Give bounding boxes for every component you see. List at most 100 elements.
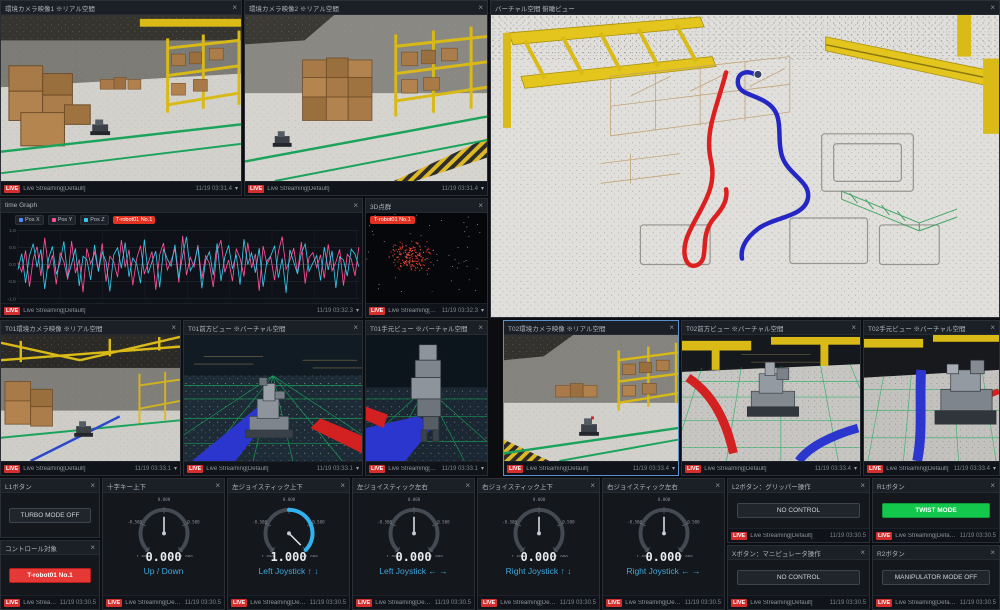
close-icon[interactable]: × xyxy=(90,544,95,552)
live-bar: LIVE Live Streaming[Default] 11/19 03:33… xyxy=(504,461,678,475)
close-icon[interactable]: × xyxy=(215,482,220,490)
legend-chip[interactable]: T-robot01 No.1 xyxy=(113,216,156,224)
chevron-down-icon[interactable]: ▾ xyxy=(672,465,675,472)
live-stream-label: Live Streaming[Default] xyxy=(23,186,192,192)
point-cloud-scene: T-robot01 No.1 xyxy=(366,213,487,303)
chevron-down-icon[interactable]: ▾ xyxy=(356,307,359,314)
close-icon[interactable]: × xyxy=(465,482,470,490)
chevron-down-icon[interactable]: ▾ xyxy=(235,185,238,192)
panel-virtual-overview: バーチャル空間 俯瞰ビュー × xyxy=(490,0,1000,318)
close-icon[interactable]: × xyxy=(478,202,483,210)
manipulator-mode-button[interactable]: MANIPULATOR MODE OFF xyxy=(882,570,991,585)
live-badge: LIVE xyxy=(507,465,523,473)
legend-chip[interactable]: Pos Z xyxy=(80,215,108,225)
chevron-down-icon[interactable]: ▾ xyxy=(481,465,484,472)
close-icon[interactable]: × xyxy=(990,4,995,12)
panel-l1-button: L1ボタン × TURBO MODE OFF xyxy=(0,478,100,538)
panel-title: 環境カメラ映像1 ※リアル空間 xyxy=(5,3,95,13)
live-bar: LIVE Live Streaming[Default] 11/19 03:32… xyxy=(366,303,487,317)
panel-header: T02環境カメラ映像 ※リアル空間 × xyxy=(504,321,678,335)
twist-mode-button[interactable]: TWIST MODE xyxy=(882,503,991,518)
time-graph-chart: 1.00.50.0-0.5-1.0 xyxy=(1,226,362,303)
live-bar: LIVE Live Streaming[Default] 11/19 03:33… xyxy=(864,461,999,475)
gauge-dial: -1.000-0.5000.0000.5001.000 xyxy=(240,496,338,557)
close-icon[interactable]: × xyxy=(851,324,856,332)
gauge-label: Right Joystick ↑ ↓ xyxy=(506,566,572,576)
live-badge: LIVE xyxy=(4,185,20,193)
svg-text:1.000: 1.000 xyxy=(305,554,318,557)
close-icon[interactable]: × xyxy=(715,482,720,490)
live-badge: LIVE xyxy=(731,599,747,607)
timestamp: 11/19 03:30.5 xyxy=(560,600,596,606)
timestamp: 11/19 03:30.5 xyxy=(435,600,471,606)
legend-chip[interactable]: Pos X xyxy=(15,215,44,225)
live-stream-label: Live Streaming[Default] xyxy=(23,600,57,606)
panel-header: L1ボタン × xyxy=(1,479,99,493)
live-stream-label: Live Streaming[Default] xyxy=(267,186,438,192)
gauge-dial: -1.000-0.5000.0000.5001.000 xyxy=(115,496,213,557)
legend-chip[interactable]: Pos Y xyxy=(48,215,77,225)
svg-text:0.500: 0.500 xyxy=(187,520,200,525)
live-badge: LIVE xyxy=(369,465,385,473)
timestamp: 11/19 03:32.3 xyxy=(317,308,353,314)
close-icon[interactable]: × xyxy=(478,324,483,332)
timestamp: 11/19 03:31.4 xyxy=(442,186,478,192)
svg-text:0.000: 0.000 xyxy=(157,497,170,502)
control-target-button[interactable]: T-robot01 No.1 xyxy=(9,568,92,583)
virtual-scene xyxy=(864,335,999,461)
gauge-value: 0.000 xyxy=(395,551,431,564)
close-icon[interactable]: × xyxy=(340,482,345,490)
close-icon[interactable]: × xyxy=(990,549,995,557)
chevron-down-icon[interactable]: ▾ xyxy=(993,465,996,472)
panel-gauge-dpad-updown: 十字キー上下× -1.000-0.5000.0000.5001.000 0.00… xyxy=(102,478,225,610)
close-icon[interactable]: × xyxy=(990,324,995,332)
live-badge: LIVE xyxy=(231,599,247,607)
close-icon[interactable]: × xyxy=(669,324,674,332)
live-badge: LIVE xyxy=(876,532,892,540)
chevron-down-icon[interactable]: ▾ xyxy=(481,307,484,314)
close-icon[interactable]: × xyxy=(590,482,595,490)
live-badge: LIVE xyxy=(731,532,747,540)
manipulator-control-button[interactable]: NO CONTROL xyxy=(737,570,859,585)
svg-text:0.500: 0.500 xyxy=(437,520,450,525)
close-icon[interactable]: × xyxy=(860,549,865,557)
close-icon[interactable]: × xyxy=(171,324,176,332)
gripper-control-button[interactable]: NO CONTROL xyxy=(737,503,859,518)
live-badge: LIVE xyxy=(248,185,264,193)
chevron-down-icon[interactable]: ▾ xyxy=(854,465,857,472)
panel-control-target: コントロール対象 × T-robot01 No.1 LIVE Live Stre… xyxy=(0,540,100,610)
panel-title: 3D点群 xyxy=(370,201,391,211)
chevron-down-icon[interactable]: ▾ xyxy=(481,185,484,192)
live-stream-label: Live Streaming[Default] xyxy=(388,466,438,472)
timestamp: 11/19 03:33.4 xyxy=(633,466,669,472)
live-stream-label: Live Streaming[Default] xyxy=(500,600,557,606)
live-badge: LIVE xyxy=(481,599,497,607)
panel-gauge-right-stick-updown: 右ジョイスティック上下× -1.000-0.5000.0000.5001.000… xyxy=(477,478,600,610)
panel-t02-front-view: T02前方ビュー ※バーチャル空間 × xyxy=(681,320,861,476)
live-badge: LIVE xyxy=(187,465,203,473)
live-bar: LIVE Live Streaming[Default] 11/19 03:33… xyxy=(184,461,362,475)
panel-title: 環境カメラ映像2 ※リアル空間 xyxy=(249,3,339,13)
panel-env-camera-2: 環境カメラ映像2 ※リアル空間 × xyxy=(244,0,488,196)
svg-text:0.000: 0.000 xyxy=(532,497,545,502)
timestamp: 11/19 03:33.1 xyxy=(442,466,478,472)
close-icon[interactable]: × xyxy=(353,324,358,332)
close-icon[interactable]: × xyxy=(860,482,865,490)
chevron-down-icon[interactable]: ▾ xyxy=(356,465,359,472)
close-icon[interactable]: × xyxy=(990,482,995,490)
chevron-down-icon[interactable]: ▾ xyxy=(174,465,177,472)
panel-title: T01環境カメラ映像 ※リアル空間 xyxy=(5,323,102,333)
timestamp: 11/19 03:30.5 xyxy=(685,600,721,606)
close-icon[interactable]: × xyxy=(353,202,358,210)
turbo-mode-button[interactable]: TURBO MODE OFF xyxy=(9,508,92,523)
live-stream-label: Live Streaming[Default] xyxy=(250,600,307,606)
panel-t01-front-view: T01前方ビュー ※バーチャル空間 × xyxy=(183,320,363,476)
live-badge: LIVE xyxy=(369,307,385,315)
panel-header: コントロール対象 × xyxy=(1,541,99,555)
live-stream-label: Live Streaming[Default] xyxy=(206,466,313,472)
live-stream-label: Live Streaming[Default] xyxy=(704,466,811,472)
close-icon[interactable]: × xyxy=(232,4,237,12)
close-icon[interactable]: × xyxy=(90,482,95,490)
svg-text:0.500: 0.500 xyxy=(562,520,575,525)
close-icon[interactable]: × xyxy=(478,4,483,12)
